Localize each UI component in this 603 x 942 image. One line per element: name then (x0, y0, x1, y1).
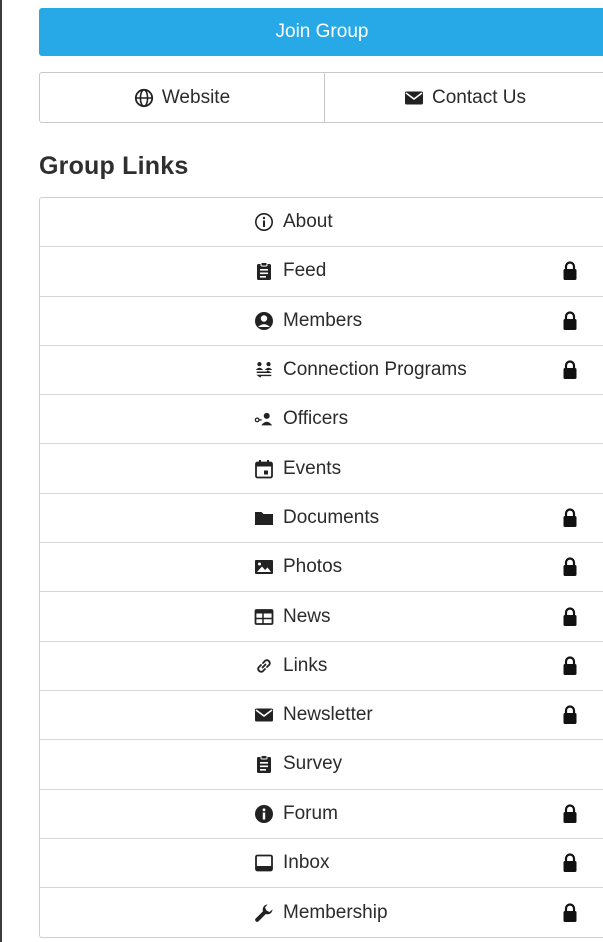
group-link-label: Membership (283, 901, 388, 923)
group-link-content: Photos (253, 543, 342, 591)
lock-icon (562, 804, 578, 824)
group-link-news[interactable]: News (40, 592, 603, 642)
group-link-content: Inbox (253, 839, 329, 887)
group-link-label: Inbox (283, 852, 330, 873)
lock-icon (562, 705, 578, 725)
lock-icon (562, 557, 578, 577)
calendar-icon (253, 458, 275, 480)
lock-icon (562, 508, 578, 528)
group-link-label: About (283, 211, 333, 233)
officer-icon (253, 408, 275, 430)
group-actions: Website Contact Us (39, 72, 603, 123)
group-link-links[interactable]: Links (40, 642, 603, 691)
group-link-content: Officers (253, 395, 348, 443)
contact-us-label: Contact Us (432, 86, 526, 108)
group-link-documents[interactable]: Documents (40, 494, 603, 544)
envelope-icon (253, 704, 275, 726)
group-link-content: About (253, 198, 333, 246)
group-link-membership[interactable]: Membership (40, 888, 603, 937)
user-circle-icon (253, 310, 275, 332)
join-group-button[interactable]: Join Group (39, 8, 603, 56)
inbox-icon (253, 852, 275, 874)
globe-icon (134, 88, 154, 108)
group-link-photos[interactable]: Photos (40, 543, 603, 593)
group-link-members[interactable]: Members (40, 297, 603, 346)
group-link-about[interactable]: About (40, 198, 603, 248)
lock-icon (562, 311, 578, 331)
group-link-content: Survey (253, 740, 342, 788)
group-link-label: Survey (283, 753, 343, 775)
lock-icon (562, 853, 578, 873)
website-button[interactable]: Website (39, 72, 325, 123)
group-link-label: Newsletter (283, 704, 373, 726)
wrench-icon (253, 902, 275, 924)
group-link-content: Feed (253, 247, 326, 295)
group-link-label: Feed (283, 260, 327, 282)
info-circle-outline-icon (253, 211, 275, 233)
people-exchange-icon (253, 359, 275, 381)
info-circle-solid-icon (253, 803, 275, 825)
group-link-content: Membership (253, 888, 388, 937)
folder-icon (253, 507, 275, 529)
group-links-list: About Feed Members Connection Programs Offic… (39, 197, 603, 939)
newspaper-icon (253, 606, 275, 628)
group-link-newsletter[interactable]: Newsletter (40, 691, 603, 741)
clipboard-icon (253, 753, 275, 775)
group-link-label: Photos (283, 556, 343, 578)
group-link-content: Documents (253, 494, 379, 542)
group-link-label: Connection Programs (283, 359, 467, 381)
group-link-label: Officers (283, 408, 349, 430)
group-link-events[interactable]: Events (40, 444, 603, 494)
lock-icon (562, 261, 578, 281)
lock-icon (562, 606, 578, 627)
group-link-content: Events (253, 444, 341, 492)
group-link-label: Members (283, 309, 363, 331)
group-link-content: Connection Programs (253, 346, 467, 394)
group-link-connection-programs[interactable]: Connection Programs (40, 346, 603, 396)
group-link-content: Links (253, 642, 327, 690)
lock-icon (562, 360, 578, 380)
photo-icon (253, 556, 275, 578)
envelope-icon (404, 88, 424, 108)
group-link-feed[interactable]: Feed (40, 247, 603, 297)
group-link-survey[interactable]: Survey (40, 740, 603, 790)
group-link-content: Forum (253, 790, 338, 838)
group-link-label: Forum (283, 802, 338, 824)
group-page: Join Group Website Contact Us Group Link… (0, 0, 603, 942)
clipboard-icon (253, 260, 275, 282)
group-link-inbox[interactable]: Inbox (40, 839, 603, 889)
group-link-officers[interactable]: Officers (40, 395, 603, 445)
group-link-content: Newsletter (253, 691, 373, 739)
group-link-content: Members (253, 297, 362, 345)
lock-icon (562, 903, 578, 923)
group-link-label: Documents (283, 506, 380, 528)
contact-us-button[interactable]: Contact Us (325, 72, 603, 123)
website-label: Website (161, 86, 231, 108)
link-icon (253, 655, 275, 677)
lock-icon (562, 656, 578, 676)
group-link-content: News (253, 592, 331, 640)
group-link-label: Events (283, 457, 342, 479)
group-links-heading: Group Links (39, 152, 189, 180)
group-link-label: News (283, 605, 331, 627)
group-link-label: Links (283, 654, 328, 676)
join-group-label: Join Group (275, 21, 369, 42)
group-link-forum[interactable]: Forum (40, 790, 603, 839)
